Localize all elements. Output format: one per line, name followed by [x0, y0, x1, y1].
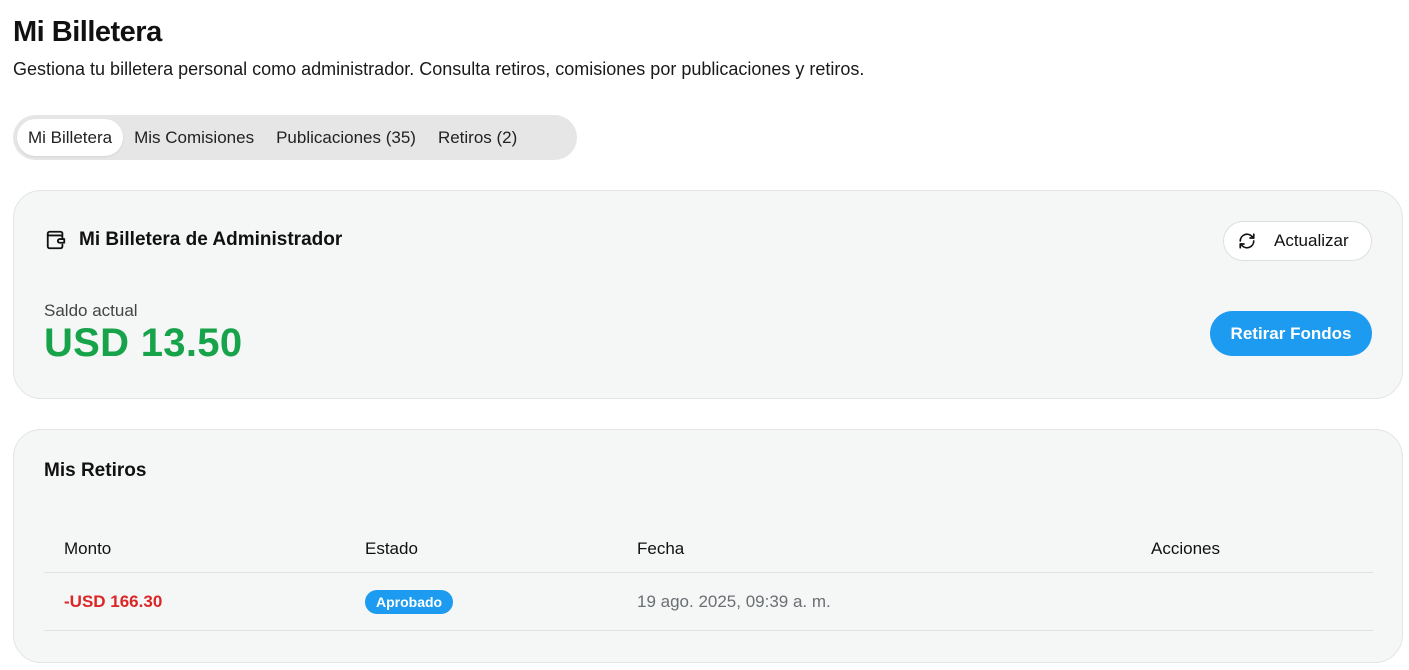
tab-publicaciones[interactable]: Publicaciones (35)	[265, 119, 427, 156]
tab-mis-comisiones[interactable]: Mis Comisiones	[123, 119, 265, 156]
tab-bar: Mi Billetera Mis Comisiones Publicacione…	[13, 115, 577, 160]
refresh-button-label: Actualizar	[1274, 231, 1349, 250]
wallet-card-title: Mi Billetera de Administrador	[79, 229, 343, 250]
withdraw-funds-button[interactable]: Retirar Fondos	[1210, 311, 1372, 356]
column-header-amount: Monto	[64, 538, 112, 558]
page-title: Mi Billetera	[13, 16, 162, 48]
withdrawals-table: Monto Estado Fecha Acciones -USD 166.30 …	[44, 525, 1373, 631]
column-header-status: Estado	[365, 538, 418, 558]
tab-retiros[interactable]: Retiros (2)	[427, 119, 528, 156]
withdrawal-date: 19 ago. 2025, 09:39 a. m.	[637, 591, 831, 611]
tab-mi-billetera[interactable]: Mi Billetera	[17, 119, 124, 156]
status-cell: Aprobado	[365, 589, 454, 614]
page-subtitle: Gestiona tu billetera personal como admi…	[13, 59, 865, 79]
wallet-card-header: Mi Billetera de Administrador	[45, 229, 342, 251]
balance-value: USD 13.50	[44, 321, 243, 365]
column-header-actions: Acciones	[1151, 538, 1220, 558]
wallet-icon	[45, 229, 67, 251]
table-row: -USD 166.30 Aprobado 19 ago. 2025, 09:39…	[44, 573, 1373, 631]
balance-label: Saldo actual	[44, 301, 138, 320]
column-header-date: Fecha	[637, 538, 685, 558]
refresh-icon	[1238, 232, 1256, 250]
withdrawals-card: Mis Retiros Monto Estado Fecha Acciones …	[13, 429, 1403, 663]
wallet-page: Mi Billetera Gestiona tu billetera perso…	[0, 0, 1409, 670]
refresh-button[interactable]: Actualizar	[1223, 221, 1372, 261]
wallet-card: Mi Billetera de Administrador Actualizar…	[13, 190, 1403, 399]
withdrawal-amount: -USD 166.30	[64, 591, 163, 611]
withdrawals-title: Mis Retiros	[44, 460, 147, 481]
table-header-row: Monto Estado Fecha Acciones	[44, 525, 1373, 573]
status-badge: Aprobado	[365, 589, 454, 614]
